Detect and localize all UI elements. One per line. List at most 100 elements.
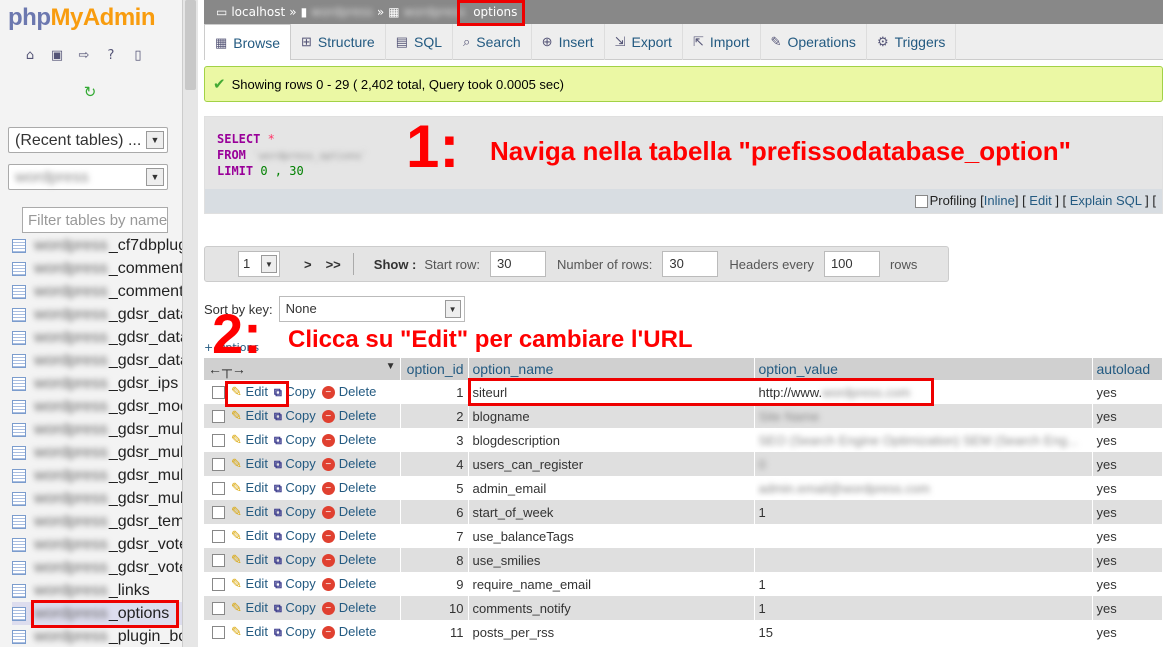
copy-icon[interactable]: ⧉: [274, 483, 282, 495]
recent-tables-select[interactable]: (Recent tables) ... ▼: [8, 127, 168, 153]
breadcrumb-server[interactable]: localhost: [231, 5, 285, 19]
cell-option-name[interactable]: users_can_register: [468, 452, 755, 476]
cell-option-name[interactable]: use_smilies: [468, 548, 755, 572]
delete-button[interactable]: Delete: [339, 624, 377, 639]
cell-option-id[interactable]: 4: [400, 452, 469, 476]
pencil-icon[interactable]: ✎: [231, 384, 242, 399]
pencil-icon[interactable]: ✎: [231, 624, 242, 639]
cell-option-id[interactable]: 5: [400, 476, 469, 500]
sidebar-table-item[interactable]: wordpress_gdsr_multis: [12, 418, 182, 441]
cell-autoload[interactable]: yes: [1092, 524, 1163, 548]
table-icon[interactable]: [12, 445, 26, 460]
pencil-icon[interactable]: ✎: [231, 432, 242, 447]
row-checkbox[interactable]: [212, 602, 225, 616]
cell-option-value[interactable]: admin.email@wordpress.com: [754, 476, 1093, 500]
row-checkbox[interactable]: [212, 506, 225, 520]
column-header-option-value[interactable]: option_value: [754, 358, 1093, 380]
explain-sql-link[interactable]: Explain SQL: [1070, 193, 1142, 208]
edit-button[interactable]: Edit: [246, 552, 268, 567]
edit-button[interactable]: Edit: [246, 576, 268, 591]
cell-option-name[interactable]: use_balanceTags: [468, 524, 755, 548]
table-icon[interactable]: [12, 330, 26, 345]
delete-icon[interactable]: −: [321, 626, 335, 640]
cell-option-name[interactable]: comments_notify: [468, 596, 755, 620]
copy-icon[interactable]: ⧉: [274, 531, 282, 543]
copy-button[interactable]: Copy: [285, 504, 315, 519]
tab-operations[interactable]: ✎ Operations: [761, 24, 867, 60]
delete-icon[interactable]: −: [321, 386, 335, 400]
delete-button[interactable]: Delete: [339, 384, 377, 399]
cell-option-name[interactable]: blogname: [468, 404, 755, 428]
row-checkbox[interactable]: [212, 626, 225, 640]
cell-option-value[interactable]: http://www.wordpress.com: [754, 380, 1093, 404]
cell-autoload[interactable]: yes: [1092, 476, 1163, 500]
delete-icon[interactable]: −: [321, 602, 335, 616]
query-window-icon[interactable]: ⇨: [76, 48, 92, 64]
edit-button[interactable]: Edit: [246, 624, 268, 639]
copy-button[interactable]: Copy: [285, 408, 315, 423]
sidebar-table-item[interactable]: wordpress_cf7dbplugin: [12, 234, 182, 257]
copy-icon[interactable]: ⧉: [274, 579, 282, 591]
column-header-autoload[interactable]: autoload: [1092, 358, 1163, 380]
delete-button[interactable]: Delete: [339, 600, 377, 615]
pencil-icon[interactable]: ✎: [231, 552, 242, 567]
delete-button[interactable]: Delete: [339, 552, 377, 567]
cell-autoload[interactable]: yes: [1092, 452, 1163, 476]
cell-option-value[interactable]: [754, 524, 1093, 548]
start-row-input[interactable]: 30: [490, 251, 547, 277]
breadcrumb-table[interactable]: options: [473, 5, 517, 19]
sidebar-table-item[interactable]: wordpress _options: [12, 602, 182, 625]
row-checkbox[interactable]: [212, 554, 225, 568]
cell-option-id[interactable]: 7: [400, 524, 469, 548]
edit-button[interactable]: Edit: [246, 528, 268, 543]
delete-button[interactable]: Delete: [339, 480, 377, 495]
cell-option-value[interactable]: 1: [754, 500, 1093, 524]
sidebar-table-item[interactable]: wordpress_gdsr_votes_trend: [12, 556, 182, 579]
tab-import[interactable]: ⇱ Import: [683, 24, 761, 60]
row-checkbox[interactable]: [212, 578, 225, 592]
row-checkbox[interactable]: [212, 458, 225, 472]
scrollbar-thumb[interactable]: [185, 0, 196, 90]
delete-icon[interactable]: −: [321, 458, 335, 472]
table-icon[interactable]: [12, 629, 26, 644]
cell-option-value[interactable]: [754, 548, 1093, 572]
table-icon[interactable]: [12, 376, 26, 391]
cell-option-value[interactable]: 1: [754, 596, 1093, 620]
copy-icon[interactable]: ⧉: [274, 459, 282, 471]
cell-option-name[interactable]: blogdescription: [468, 428, 755, 452]
copy-icon[interactable]: ⧉: [274, 507, 282, 519]
pencil-icon[interactable]: ✎: [231, 504, 242, 519]
delete-button[interactable]: Delete: [339, 456, 377, 471]
row-checkbox[interactable]: [212, 386, 225, 400]
sidebar-table-item[interactable]: wordpress _gdsr_ips: [12, 372, 182, 395]
sidebar-table-item[interactable]: wordpress_gdsr_votes_log: [12, 533, 182, 556]
cell-option-id[interactable]: 1: [400, 380, 469, 404]
sidebar-table-item[interactable]: wordpress_gdsr_data_comment: [12, 349, 182, 372]
row-checkbox[interactable]: [212, 434, 225, 448]
sidebar-table-item[interactable]: wordpress_plugin_bootstrap: [12, 625, 182, 647]
cell-autoload[interactable]: yes: [1092, 500, 1163, 524]
cell-option-name[interactable]: start_of_week: [468, 500, 755, 524]
edit-button[interactable]: Edit: [246, 504, 268, 519]
cell-option-value[interactable]: 1: [754, 572, 1093, 596]
pencil-icon[interactable]: ✎: [231, 576, 242, 591]
delete-icon[interactable]: −: [321, 506, 335, 520]
copy-button[interactable]: Copy: [285, 456, 315, 471]
delete-icon[interactable]: −: [321, 530, 335, 544]
edit-button[interactable]: Edit: [246, 432, 268, 447]
table-icon[interactable]: [12, 537, 26, 552]
column-header-option-id[interactable]: option_id: [400, 358, 469, 380]
edit-button[interactable]: Edit: [246, 480, 268, 495]
sidebar-table-item[interactable]: wordpress_gdsr_multis_trend: [12, 464, 182, 487]
tab-sql[interactable]: ▤ SQL: [386, 24, 454, 60]
edit-button[interactable]: Edit: [246, 600, 268, 615]
table-icon[interactable]: [12, 284, 26, 299]
delete-button[interactable]: Delete: [339, 528, 377, 543]
inline-link[interactable]: Inline: [984, 193, 1015, 208]
sidebar-table-item[interactable]: wordpress_gdsr_data_category: [12, 326, 182, 349]
sidebar-table-item[interactable]: wordpress_gdsr_multis_values: [12, 487, 182, 510]
database-select[interactable]: wordpress ▼: [8, 164, 168, 190]
copy-button[interactable]: Copy: [285, 432, 315, 447]
cell-option-value[interactable]: 0: [754, 452, 1093, 476]
column-toggle-header[interactable]: ←┬→ ▼: [204, 358, 401, 380]
